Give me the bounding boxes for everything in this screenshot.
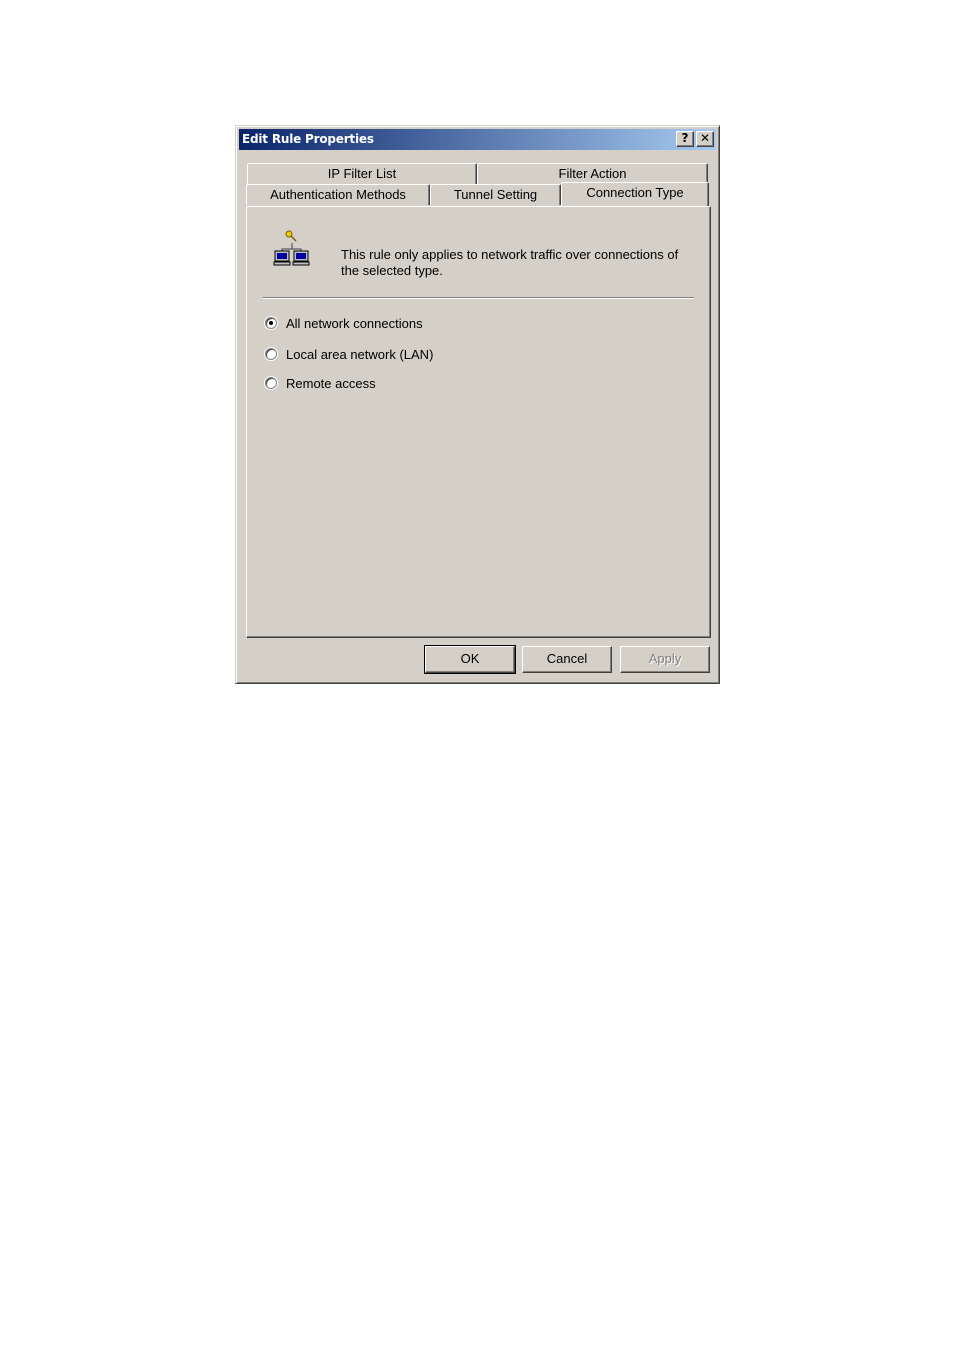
help-button[interactable]: ? bbox=[676, 131, 694, 147]
edit-rule-properties-dialog: Edit Rule Properties ? ✕ IP Filter List … bbox=[235, 125, 720, 684]
window-title: Edit Rule Properties bbox=[242, 132, 374, 146]
ok-button[interactable]: OK bbox=[424, 645, 516, 674]
option-label: Remote access bbox=[286, 375, 376, 391]
option-all-network-connections[interactable]: All network connections bbox=[265, 314, 423, 332]
option-label: Local area network (LAN) bbox=[286, 346, 434, 362]
panel-description: This rule only applies to network traffi… bbox=[341, 247, 679, 278]
option-label: All network connections bbox=[286, 315, 423, 331]
tab-ip-filter-list[interactable]: IP Filter List bbox=[247, 163, 477, 184]
option-local-area-network[interactable]: Local area network (LAN) bbox=[265, 345, 433, 363]
option-remote-access[interactable]: Remote access bbox=[265, 374, 376, 392]
radio-button[interactable] bbox=[265, 377, 277, 389]
tab-connection-type[interactable]: Connection Type bbox=[561, 182, 709, 206]
title-bar[interactable]: Edit Rule Properties ? ✕ bbox=[239, 129, 716, 150]
radio-button[interactable] bbox=[265, 348, 277, 360]
separator bbox=[263, 297, 694, 299]
tab-filter-action[interactable]: Filter Action bbox=[477, 163, 708, 184]
network-computers-icon bbox=[273, 230, 310, 266]
tab-authentication-methods[interactable]: Authentication Methods bbox=[246, 184, 430, 205]
cancel-button[interactable]: Cancel bbox=[522, 646, 612, 673]
apply-button[interactable]: Apply bbox=[620, 646, 710, 673]
radio-button-checked[interactable] bbox=[265, 317, 277, 329]
connection-type-panel: This rule only applies to network traffi… bbox=[246, 206, 711, 638]
close-button[interactable]: ✕ bbox=[696, 131, 714, 147]
tab-tunnel-setting[interactable]: Tunnel Setting bbox=[430, 184, 561, 205]
